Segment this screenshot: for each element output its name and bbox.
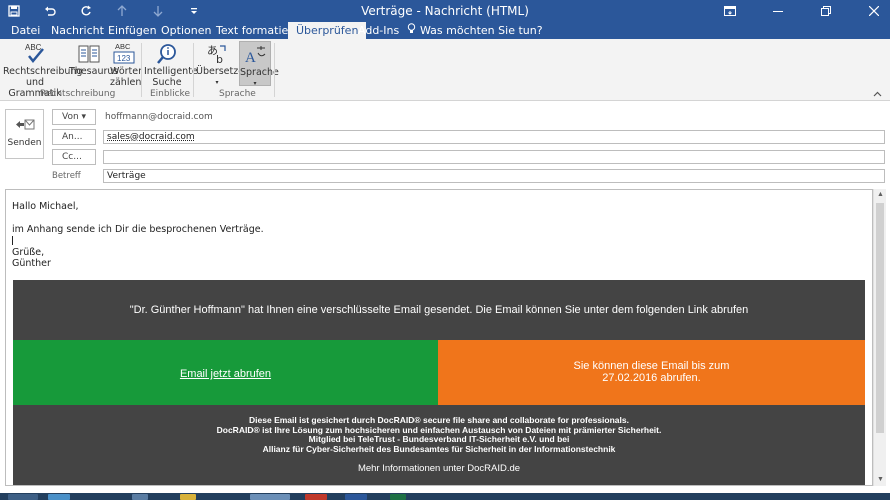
word-count-label-line1: Wörter <box>110 66 143 77</box>
scroll-down-icon[interactable]: ▼ <box>874 474 887 486</box>
message-header: Senden Von ▾ hoffmann@docraid.com An... … <box>0 101 890 189</box>
send-icon <box>6 118 43 132</box>
tell-me-search[interactable]: Was möchten Sie tun? <box>420 22 543 39</box>
signature-name: Günther <box>12 258 51 269</box>
closing-line: Grüße, <box>12 247 45 258</box>
scrollbar-thumb[interactable] <box>876 203 884 433</box>
subject-label: Betreff <box>52 171 81 181</box>
translate-dropdown-icon: ▾ <box>215 79 219 86</box>
taskbar-item[interactable] <box>132 494 148 500</box>
tab-add-ins[interactable]: Add-Ins <box>358 22 399 39</box>
spelling-check-icon: ABC <box>3 41 67 65</box>
close-icon[interactable] <box>866 3 882 19</box>
taskbar-item[interactable] <box>390 494 406 500</box>
spelling-icon-abc: ABC <box>25 43 42 52</box>
taskbar-item[interactable] <box>305 494 327 500</box>
vertical-scrollbar[interactable]: ▲ ▼ <box>873 189 886 486</box>
expiry-line2: 27.02.2016 abrufen. <box>602 372 701 384</box>
text-cursor <box>12 236 13 245</box>
docraid-footer: Diese Email ist gesichert durch DocRAID®… <box>13 405 865 485</box>
message-body[interactable]: Hallo Michael, im Anhang sende ich Dir d… <box>5 189 873 486</box>
taskbar <box>0 493 890 500</box>
from-button[interactable]: Von ▾ <box>52 109 96 125</box>
thesaurus-label: Thesaurus <box>69 66 119 77</box>
word-count-icon: ABC 123 <box>110 41 138 65</box>
group-separator <box>141 43 142 97</box>
greeting-text: Hallo Michael, <box>12 201 79 212</box>
footer-line: Allianz für Cyber-Sicherheit des Bundesa… <box>262 443 616 454</box>
language-dropdown-icon: ▾ <box>253 80 257 87</box>
taskbar-item[interactable] <box>250 494 290 500</box>
subject-field[interactable]: Verträge <box>103 169 885 183</box>
translate-button[interactable]: あb Übersetzen ▾ <box>196 41 251 88</box>
expiry-notice-panel: Sie können diese Email bis zum 27.02.201… <box>438 340 865 405</box>
encryption-notice-banner: "Dr. Günther Hoffmann" hat Ihnen eine ve… <box>13 280 865 340</box>
tab-datei[interactable]: Datei <box>11 22 40 39</box>
taskbar-item[interactable] <box>8 494 38 500</box>
docraid-link[interactable]: DocRAID.de <box>467 463 520 474</box>
tab-optionen[interactable]: Optionen <box>161 22 211 39</box>
smart-lookup-label-line1: Intelligente <box>144 66 198 77</box>
cc-field[interactable] <box>103 150 885 164</box>
banner-link[interactable]: Link <box>688 304 708 316</box>
group-separator <box>274 43 275 97</box>
group-label-insights: Einblicke <box>150 89 190 99</box>
smart-lookup-label-line2: Suche <box>152 77 182 88</box>
scroll-up-icon[interactable]: ▲ <box>874 189 887 201</box>
retrieve-email-panel: Email jetzt abrufen <box>13 340 438 405</box>
ribbon-display-options-icon[interactable] <box>722 3 738 19</box>
tab-nachricht[interactable]: Nachricht <box>51 22 104 39</box>
body-line: im Anhang sende ich Dir die besprochenen… <box>12 224 264 235</box>
thesaurus-icon <box>69 41 109 65</box>
language-label: Sprache <box>240 67 279 78</box>
group-separator <box>193 43 194 97</box>
send-label: Senden <box>7 138 42 148</box>
svg-text:A: A <box>245 50 256 66</box>
thesaurus-button[interactable]: Thesaurus <box>69 41 119 77</box>
restore-icon[interactable] <box>818 3 834 19</box>
word-count-icon-abc: ABC <box>115 42 131 51</box>
minimize-icon[interactable] <box>770 3 786 19</box>
retrieve-email-link[interactable]: Email jetzt abrufen <box>180 368 271 380</box>
collapse-ribbon-icon[interactable] <box>873 89 882 99</box>
ribbon: ABC Rechtschreibung und Grammatik Thesau… <box>0 39 890 101</box>
word-count-button[interactable]: ABC 123 Wörter zählen <box>110 41 143 88</box>
spelling-label-line1: Rechtschreibung <box>3 66 83 77</box>
to-recipient[interactable]: sales@docraid.com <box>107 132 195 142</box>
smart-lookup-icon <box>144 41 190 65</box>
smart-lookup-button[interactable]: Intelligente Suche <box>144 41 198 88</box>
word-count-icon-123: 123 <box>117 54 131 63</box>
tell-me-icon[interactable] <box>407 22 416 39</box>
title-bar: Verträge - Nachricht (HTML) <box>0 0 890 22</box>
tab-einfuegen[interactable]: Einfügen <box>108 22 157 39</box>
word-count-label-line2: zählen <box>110 77 142 88</box>
group-label-language: Sprache <box>219 89 256 99</box>
to-button[interactable]: An... <box>52 129 96 145</box>
group-label-proofing: Rechtschreibung <box>40 89 116 99</box>
cc-button[interactable]: Cc... <box>52 149 96 165</box>
banner-text-middle: können Sie unter dem folgenden <box>522 304 688 316</box>
taskbar-item[interactable] <box>180 494 196 500</box>
expiry-line1: Sie können diese Email bis zum <box>573 360 730 372</box>
taskbar-item[interactable] <box>345 494 367 500</box>
language-icon: A <box>240 42 270 66</box>
send-button[interactable]: Senden <box>5 109 44 159</box>
translate-label: Übersetzen <box>196 66 251 77</box>
to-field[interactable]: sales@docraid.com <box>103 130 885 144</box>
svg-text:b: b <box>216 53 223 65</box>
banner-email-link[interactable]: Email <box>495 304 523 316</box>
from-address: hoffmann@docraid.com <box>105 112 213 122</box>
tab-ueberpruefen[interactable]: Überprüfen <box>288 22 367 39</box>
ribbon-tabs: Datei Nachricht Einfügen Optionen Text f… <box>0 22 890 39</box>
more-info-line: Mehr Informationen unter DocRAID.de <box>13 464 865 474</box>
taskbar-item[interactable] <box>48 494 70 500</box>
banner-text-before: "Dr. Günther Hoffmann" hat Ihnen eine ve… <box>129 304 496 316</box>
banner-text-after: abrufen <box>707 304 749 316</box>
translate-icon: あb <box>196 41 238 65</box>
language-button[interactable]: A Sprache ▾ <box>239 41 279 87</box>
more-info-prefix: Mehr Informationen unter <box>357 463 468 475</box>
